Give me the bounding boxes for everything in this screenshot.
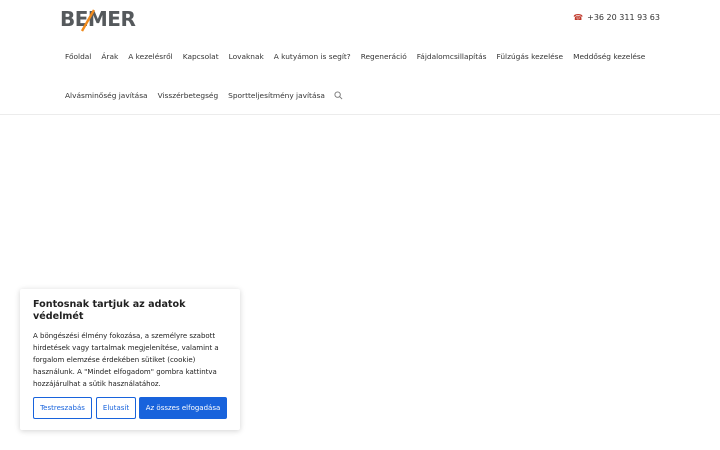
search-icon[interactable] — [334, 91, 343, 100]
main-nav-row-2: Alvásminőség javítása Visszérbetegség Sp… — [60, 91, 343, 100]
reject-button[interactable]: Elutasít — [96, 397, 136, 419]
accept-all-button[interactable]: Az összes elfogadása — [139, 397, 227, 419]
header-divider — [0, 114, 720, 115]
nav-item-fulzugas[interactable]: Fülzúgás kezelése — [492, 52, 569, 61]
nav-item-visszerbetegseg[interactable]: Visszérbetegség — [153, 91, 224, 100]
customize-button[interactable]: Testreszabás — [33, 397, 92, 419]
cookie-title: Fontosnak tartjuk az adatok védelmét — [33, 299, 186, 322]
cookie-description: A böngészési élmény fokozása, a személyr… — [33, 332, 219, 388]
svg-text:BEMER: BEMER — [60, 7, 135, 31]
nav-item-fooldal[interactable]: Főoldal — [60, 52, 96, 61]
phone-number[interactable]: +36 20 311 93 63 — [587, 13, 660, 22]
nav-item-meddoseg[interactable]: Meddőség kezelése — [568, 52, 650, 61]
nav-item-sportteljesitmeny[interactable]: Sportteljesítmény javítása — [223, 91, 330, 100]
cookie-consent-banner: Fontosnak tartjuk az adatok védelmét A b… — [20, 289, 240, 430]
nav-item-kapcsolat[interactable]: Kapcsolat — [178, 52, 224, 61]
nav-item-fajdalomcsillapitas[interactable]: Fájdalomcsillapítás — [412, 52, 492, 61]
main-nav-row-1: Főoldal Árak A kezelésről Kapcsolat Lova… — [60, 52, 650, 61]
phone-icon: ☎ — [573, 13, 584, 22]
nav-item-kezelesrol[interactable]: A kezelésről — [123, 52, 177, 61]
nav-item-alvasminoseg[interactable]: Alvásminőség javítása — [60, 91, 153, 100]
nav-item-arak[interactable]: Árak — [96, 52, 123, 61]
bemer-logo[interactable]: BEMER — [60, 6, 144, 32]
nav-item-regeneracio[interactable]: Regeneráció — [356, 52, 412, 61]
nav-item-kutyamon[interactable]: A kutyámon is segít? — [269, 52, 356, 61]
phone-contact[interactable]: ☎ +36 20 311 93 63 — [573, 13, 660, 22]
nav-item-lovaknak[interactable]: Lovaknak — [224, 52, 269, 61]
